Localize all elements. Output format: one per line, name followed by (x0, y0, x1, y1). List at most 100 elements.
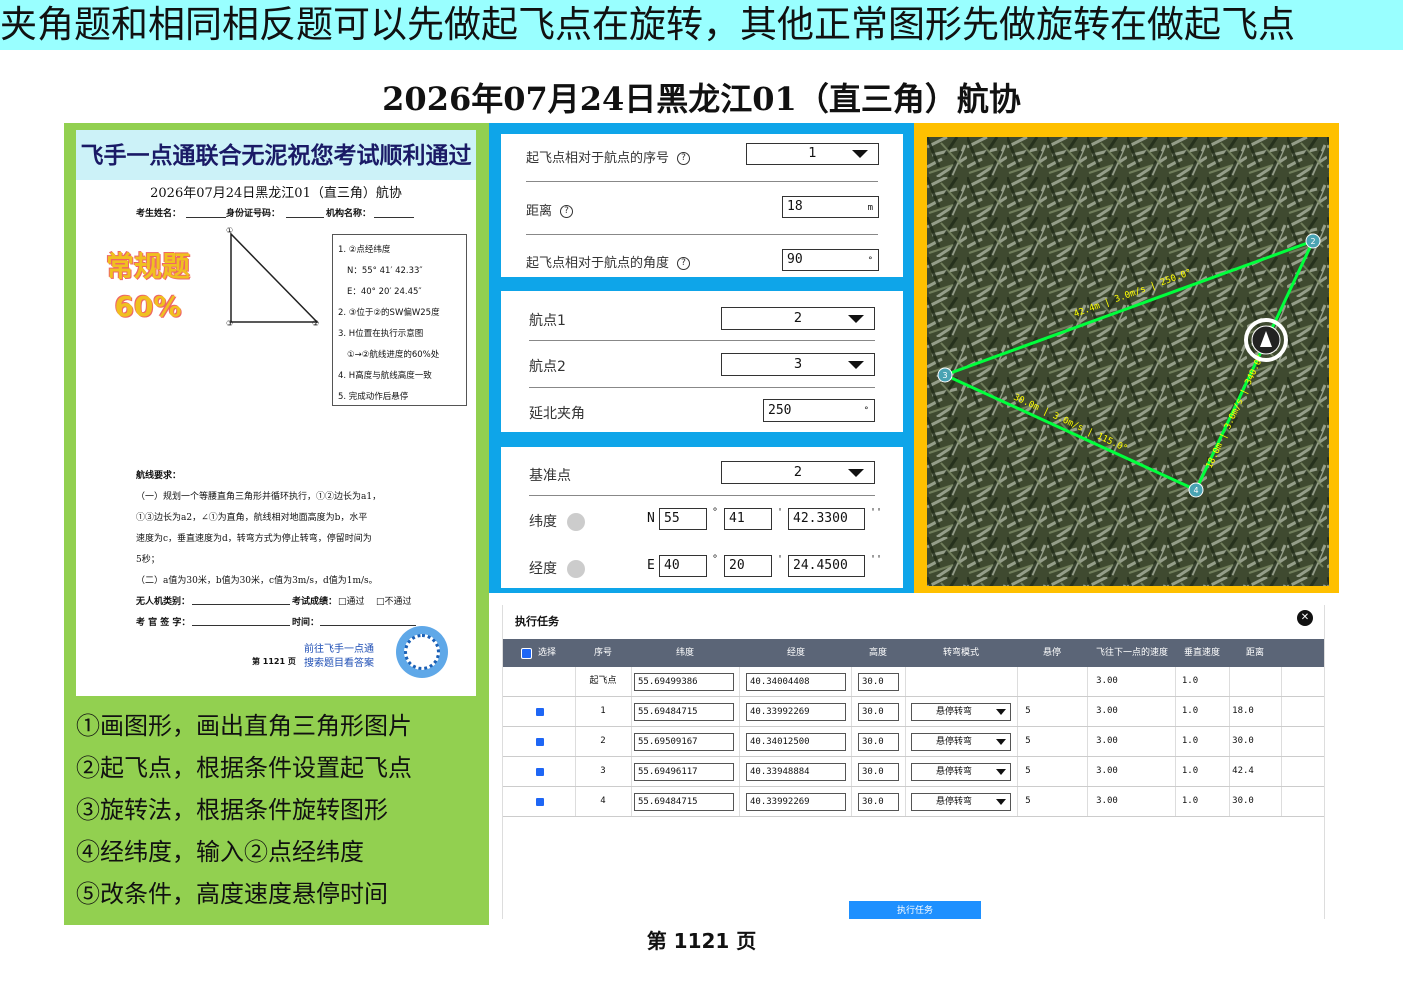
north-angle-label: 延北夹角 (529, 406, 585, 422)
minute-symbol: ' (777, 554, 784, 565)
lat-input[interactable]: 55.69499386 (634, 673, 734, 691)
lon-input[interactable]: 40.34012500 (746, 733, 846, 751)
lat-input[interactable]: 55.69496117 (634, 763, 734, 781)
fail-checkbox[interactable]: □不通过 (376, 594, 412, 607)
vspeed-cell: 1.0 (1181, 766, 1199, 776)
condition-3-detail: ①→②航线进度的60%处 (347, 350, 440, 360)
takeoff-panel: 起飞点相对于航点的序号? 1 距离? 18 m 起飞点相对于航点的角度? 90 ° (501, 134, 903, 277)
conditions-box: 1. ②点经纬度 N：55° 41′ 42.33″ E：40° 20′ 24.4… (332, 234, 467, 406)
latitude-minutes-input[interactable]: 41 (724, 508, 772, 530)
longitude-seconds-input[interactable]: 24.4500 (788, 555, 865, 577)
turn-mode-select[interactable]: 悬停转弯 (911, 763, 1011, 781)
waypoint1-label: 航点1 (529, 313, 566, 329)
longitude-hemisphere: E (647, 558, 655, 573)
col-lat: 纬度 (675, 648, 694, 658)
triangle-figure (230, 232, 319, 323)
table-row[interactable]: 1 55.69484715 40.33992269 30.0 悬停转弯 5 3.… (503, 697, 1324, 727)
degree-symbol: ° (712, 554, 719, 565)
promo-line2: 搜索题目看答案 (304, 658, 374, 669)
uav-type-label: 无人机类别： (136, 597, 191, 607)
latitude-label: 纬度 (529, 511, 585, 531)
pass-checkbox[interactable]: □通过 (338, 594, 365, 607)
alt-input[interactable]: 30.0 (858, 793, 899, 811)
drone-icon (1244, 318, 1288, 362)
hover-cell: 5 (1025, 766, 1031, 776)
longitude-label: 经度 (529, 558, 585, 578)
stamp-line2: 60% (114, 290, 182, 323)
chevron-down-icon (848, 360, 864, 369)
latitude-seconds-input[interactable]: 42.3300 (788, 508, 865, 530)
lat-input[interactable]: 55.69484715 (634, 703, 734, 721)
lon-input[interactable]: 40.33992269 (746, 703, 846, 721)
hover-cell: 5 (1025, 706, 1031, 716)
row-checkbox[interactable] (536, 738, 544, 746)
execute-task-button[interactable]: 执行任务 (849, 901, 981, 919)
chevron-down-icon (996, 709, 1006, 715)
base-point-select[interactable]: 2 (721, 461, 875, 484)
row-checkbox[interactable] (536, 708, 544, 716)
select-all-checkbox[interactable] (521, 648, 532, 659)
vspeed-cell: 1.0 (1181, 736, 1199, 746)
longitude-minutes-input[interactable]: 20 (724, 555, 772, 577)
speed-cell: 3.00 (1096, 796, 1118, 806)
row-checkbox[interactable] (536, 798, 544, 806)
condition-2: 2. ③位于②的SW偏W25度 (338, 308, 440, 318)
longitude-degrees-input[interactable]: 40 (659, 555, 707, 577)
condition-4: 4. H高度与航线高度一致 (338, 371, 432, 381)
base-point-label: 基准点 (529, 468, 571, 484)
regular-question-stamp: 常规题 60% (98, 247, 198, 327)
close-icon[interactable]: ✕ (1297, 610, 1313, 626)
alt-input[interactable]: 30.0 (858, 733, 899, 751)
takeoff-angle-input[interactable]: 90 ° (782, 249, 879, 271)
lon-input[interactable]: 40.33992269 (746, 793, 846, 811)
chevron-down-icon (996, 799, 1006, 805)
speed-cell: 3.00 (1096, 706, 1118, 716)
takeoff-index-select[interactable]: 1 (746, 143, 879, 165)
lon-input[interactable]: 40.33948884 (746, 763, 846, 781)
chevron-down-icon (848, 468, 864, 477)
alt-input[interactable]: 30.0 (858, 703, 899, 721)
lat-input[interactable]: 55.69509167 (634, 733, 734, 751)
distance-cell: 30.0 (1232, 796, 1254, 806)
distance-cell: 42.4 (1232, 766, 1254, 776)
waypoint2-select[interactable]: 3 (721, 353, 875, 376)
turn-mode-select[interactable]: 悬停转弯 (911, 793, 1011, 811)
takeoff-angle-label: 起飞点相对于航点的角度? (526, 252, 691, 271)
satellite-map[interactable]: 42.4m | 3.0m/s | 250.0° 30.0m | 3.0m/s |… (927, 137, 1329, 586)
vspeed-cell: 1.0 (1181, 706, 1199, 716)
hover-cell: 5 (1025, 736, 1031, 746)
col-speed: 飞往下一点的速度 (1095, 648, 1168, 658)
table-row[interactable]: 3 55.69496117 40.33948884 30.0 悬停转弯 5 3.… (503, 757, 1324, 787)
col-vspeed: 垂直速度 (1183, 648, 1220, 658)
step-1: ①画图形，画出直角三角形图片 (76, 712, 412, 740)
table-row[interactable]: 起飞点 55.69499386 40.34004408 30.0 3.00 1.… (503, 667, 1324, 697)
paper-header: 飞手一点通联合无泥祝您考试顺利通过 (76, 130, 476, 180)
minute-symbol: ' (777, 507, 784, 518)
task-table-header: 选择 序号 纬度 经度 高度 转弯模式 悬停 飞往下一点的速度 垂直速度 距离 (503, 639, 1324, 667)
requirement-line-4: 5秒； (136, 555, 160, 565)
alt-input[interactable]: 30.0 (858, 673, 899, 691)
coordinates-panel: 基准点 2 纬度 N 55 ° 41 ' 42.3300 '' 经度 E 40 … (501, 447, 903, 588)
seq-cell: 4 (600, 796, 606, 806)
seq-cell: 3 (600, 766, 606, 776)
col-lon: 经度 (786, 648, 805, 658)
toggle-icon (567, 513, 585, 531)
lat-input[interactable]: 55.69484715 (634, 793, 734, 811)
paper-title: 2026年07月24日黑龙江01（直三角）航协 (150, 186, 402, 201)
alt-input[interactable]: 30.0 (858, 763, 899, 781)
table-row[interactable]: 2 55.69509167 40.34012500 30.0 悬停转弯 5 3.… (503, 727, 1324, 757)
stamp-line1: 常规题 (105, 250, 190, 283)
latitude-degrees-input[interactable]: 55 (659, 508, 707, 530)
seq-cell: 起飞点 (589, 676, 617, 686)
turn-mode-select[interactable]: 悬停转弯 (911, 733, 1011, 751)
turn-mode-select[interactable]: 悬停转弯 (911, 703, 1011, 721)
row-checkbox[interactable] (536, 768, 544, 776)
table-row[interactable]: 4 55.69484715 40.33992269 30.0 悬停转弯 5 3.… (503, 787, 1324, 817)
lon-input[interactable]: 40.34004408 (746, 673, 846, 691)
waypoint-label-2: 2 (1310, 237, 1315, 246)
north-angle-input[interactable]: 250 ° (763, 399, 875, 422)
waypoint1-select[interactable]: 2 (721, 307, 875, 330)
point-label-2: ② (312, 319, 320, 328)
distance-input[interactable]: 18 m (782, 196, 879, 218)
condition-1-e: E：40° 20′ 24.45″ (347, 287, 422, 297)
